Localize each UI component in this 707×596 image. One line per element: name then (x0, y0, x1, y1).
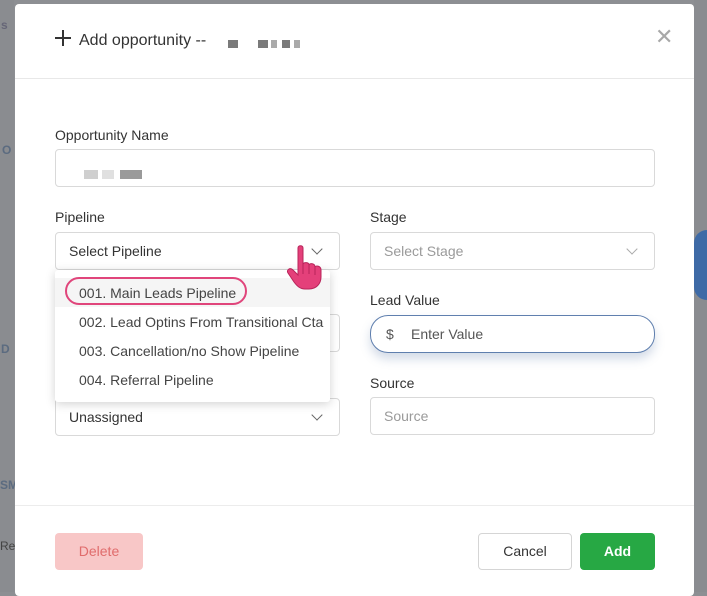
footer-divider (15, 505, 694, 506)
redacted-text (84, 170, 98, 179)
redacted-text (271, 40, 277, 48)
opportunity-name-label: Opportunity Name (55, 127, 169, 143)
highlight-ring (65, 277, 247, 305)
background-text-fragment: D (1, 342, 10, 356)
pipeline-option-label: 004. Referral Pipeline (79, 372, 214, 388)
redacted-text (294, 40, 300, 48)
add-opportunity-modal: Add opportunity -- ✕ Opportunity Name Pi… (15, 4, 694, 596)
redacted-text (228, 40, 238, 48)
pipeline-option-label: 002. Lead Optins From Transitional Cta (79, 314, 324, 330)
pipeline-option-label: 003. Cancellation/no Show Pipeline (79, 343, 300, 359)
stage-select[interactable]: Select Stage (370, 232, 655, 270)
owner-select[interactable]: Unassigned (55, 398, 340, 436)
close-icon[interactable]: ✕ (655, 26, 673, 48)
lead-value-input[interactable]: $ Enter Value (370, 315, 655, 353)
redacted-text (120, 170, 142, 179)
delete-button[interactable]: Delete (55, 533, 143, 570)
lead-value-placeholder: Enter Value (411, 326, 484, 342)
redacted-text (258, 40, 268, 48)
background-text-fragment: Re (0, 539, 16, 553)
pipeline-option[interactable]: 004. Referral Pipeline (55, 365, 330, 394)
pointing-hand-icon (287, 245, 322, 290)
plus-icon (55, 30, 71, 46)
stage-label: Stage (370, 209, 407, 225)
currency-prefix: $ (386, 326, 394, 342)
lead-value-label: Lead Value (370, 292, 440, 308)
modal-title: Add opportunity -- (79, 32, 207, 49)
source-placeholder: Source (384, 408, 429, 424)
owner-select-value: Unassigned (69, 409, 143, 425)
background-blue-shape (694, 230, 707, 300)
pipeline-option[interactable]: 002. Lead Optins From Transitional Cta (55, 307, 330, 336)
background-left (0, 0, 14, 592)
pipeline-select-value: Select Pipeline (69, 243, 162, 259)
chevron-down-icon (311, 409, 323, 421)
pipeline-option[interactable]: 003. Cancellation/no Show Pipeline (55, 336, 330, 365)
modal-header: Add opportunity -- ✕ (15, 4, 694, 79)
cancel-button[interactable]: Cancel (478, 533, 572, 570)
background-text-fragment: s (1, 18, 8, 32)
source-label: Source (370, 375, 415, 391)
opportunity-name-input[interactable] (55, 149, 655, 187)
source-input[interactable]: Source (370, 397, 655, 435)
stage-select-placeholder: Select Stage (384, 243, 464, 259)
add-button[interactable]: Add (580, 533, 655, 570)
redacted-text (282, 40, 290, 48)
chevron-down-icon (626, 243, 638, 255)
redacted-text (102, 170, 114, 179)
background-text-fragment: O (2, 143, 12, 157)
pipeline-label: Pipeline (55, 209, 105, 225)
